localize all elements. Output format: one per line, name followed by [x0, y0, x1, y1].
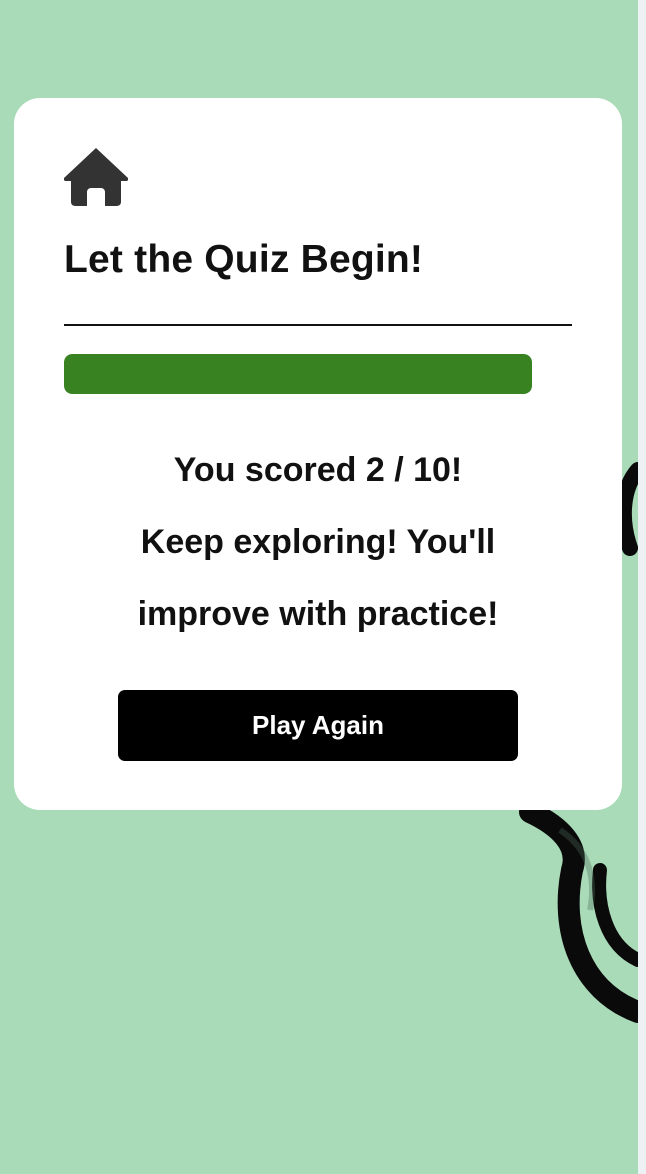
- home-icon: [64, 148, 128, 206]
- scrollbar-track[interactable]: [638, 0, 646, 1174]
- progress-bar: [64, 354, 532, 394]
- progress-bar-fill: [64, 354, 532, 394]
- home-button[interactable]: [64, 148, 128, 206]
- quiz-card: Let the Quiz Begin! You scored 2 / 10! K…: [14, 98, 622, 810]
- play-again-button[interactable]: Play Again: [118, 690, 518, 761]
- score-text: You scored 2 / 10!: [173, 451, 463, 489]
- result-section: You scored 2 / 10! Keep exploring! You'l…: [64, 434, 572, 650]
- title-divider: [64, 324, 572, 326]
- feedback-message: Keep exploring! You'll improve with prac…: [137, 523, 499, 633]
- page-title: Let the Quiz Begin!: [64, 238, 424, 281]
